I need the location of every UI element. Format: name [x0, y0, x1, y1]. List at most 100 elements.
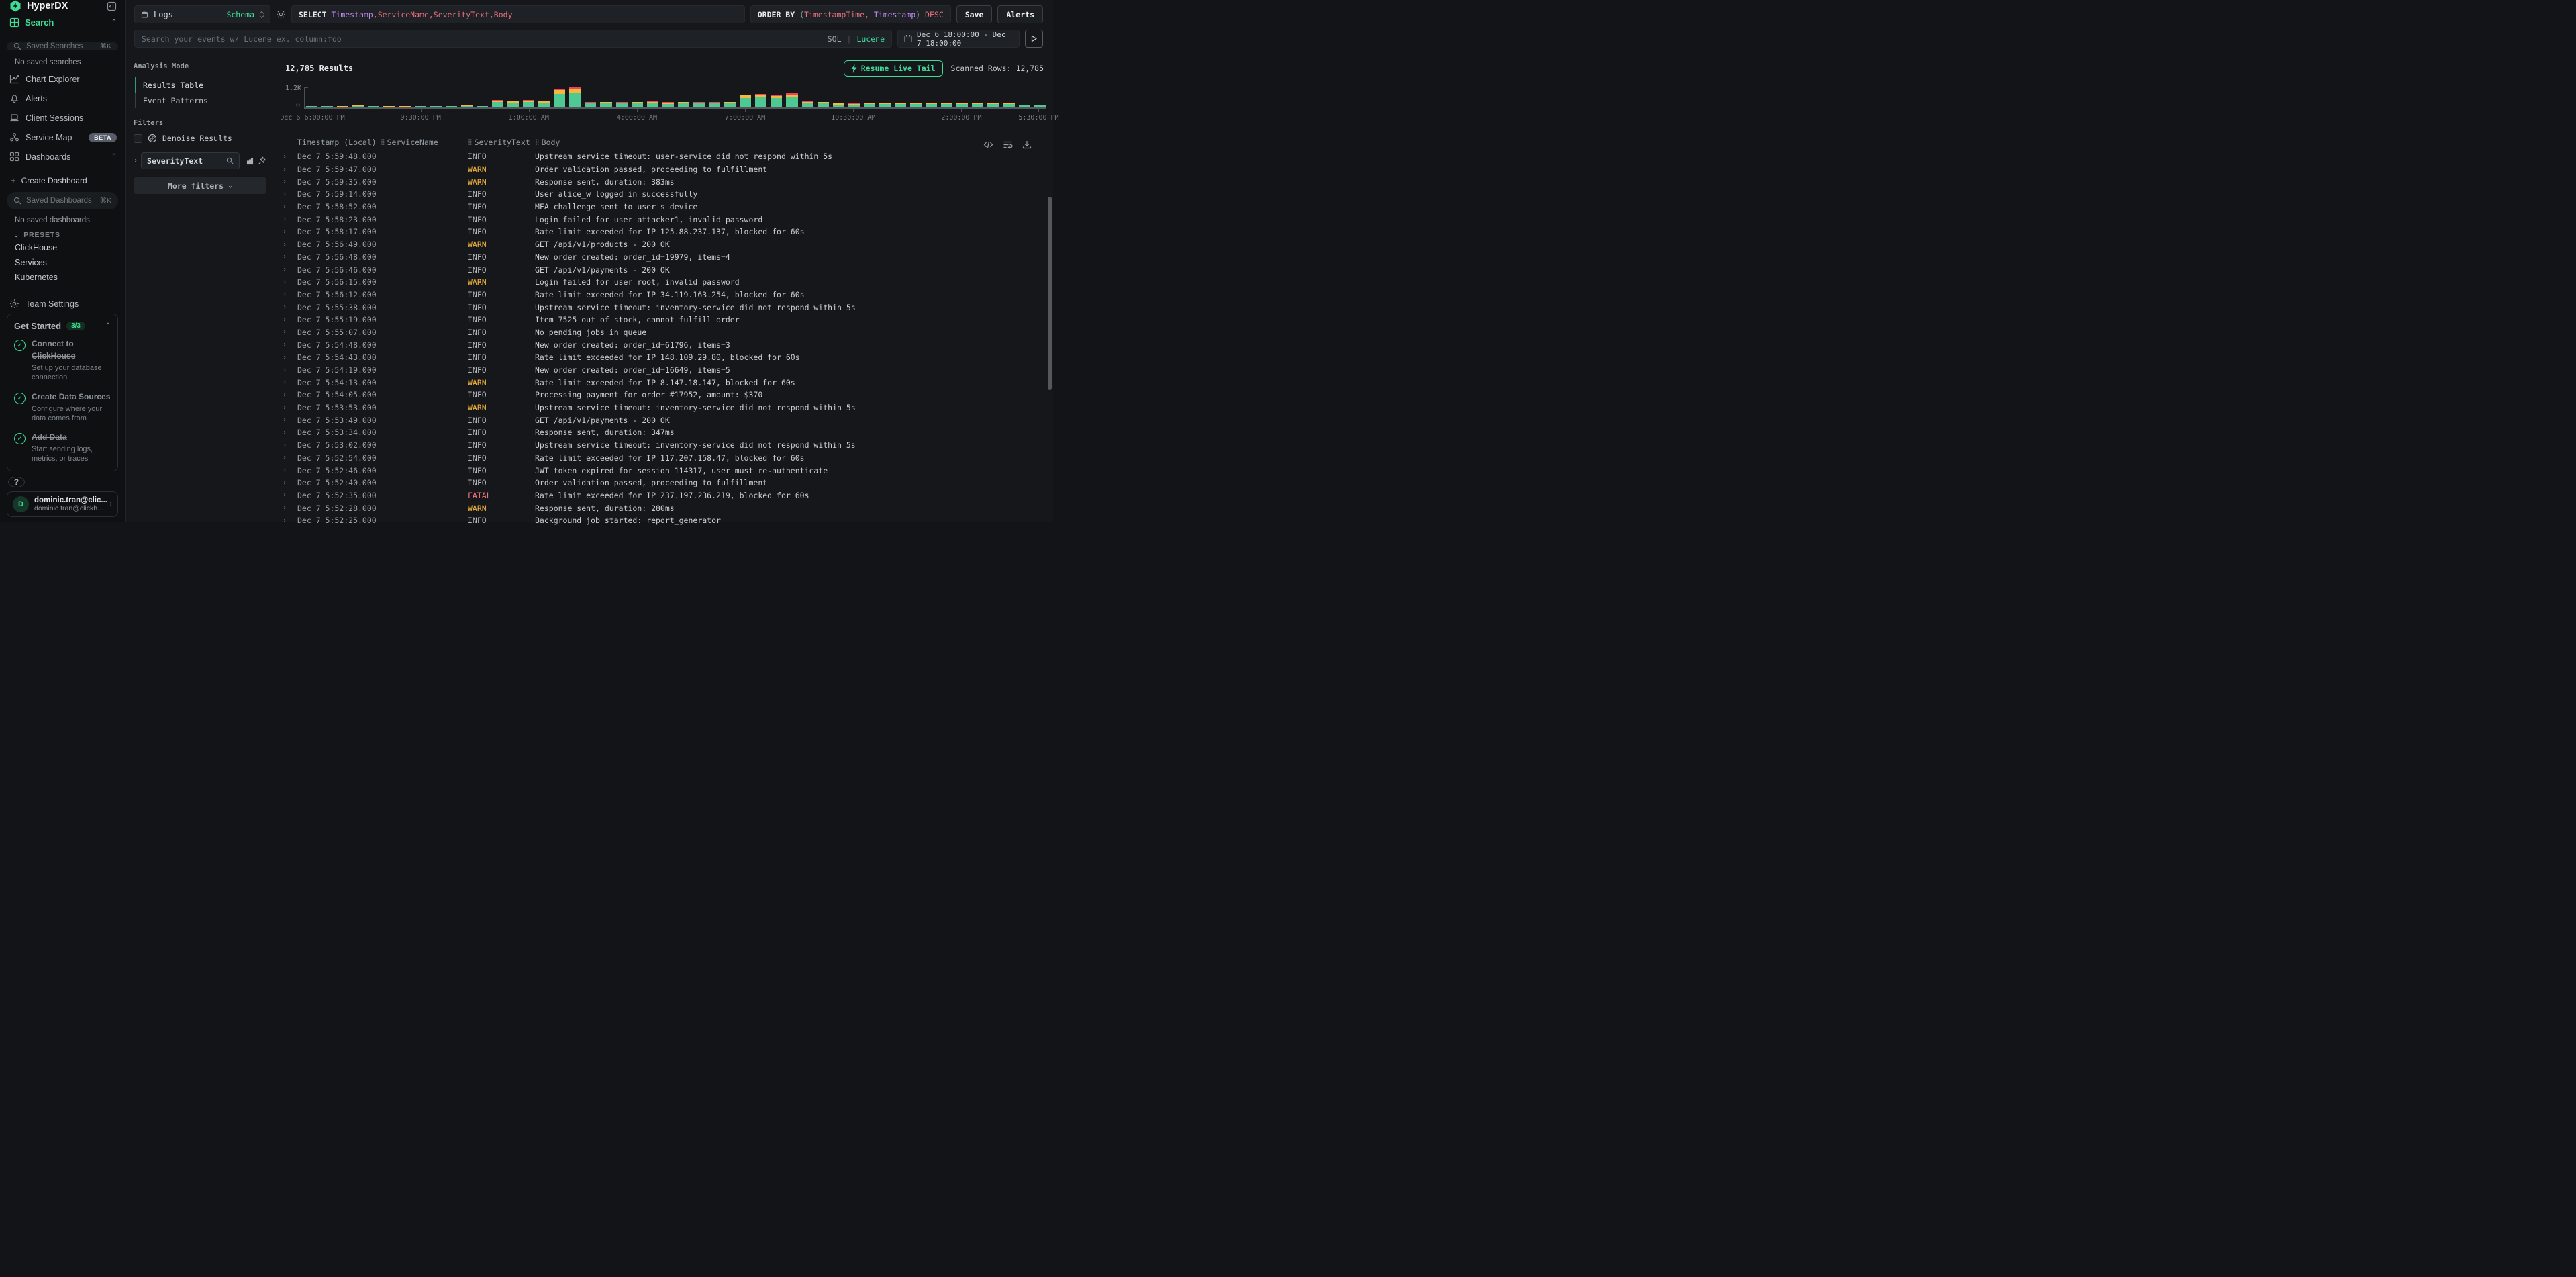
histogram-bar[interactable] — [523, 87, 534, 107]
row-expand-icon[interactable]: › — [279, 467, 291, 474]
row-expand-icon[interactable]: › — [279, 429, 291, 436]
mode-event-patterns[interactable]: Event Patterns — [135, 93, 266, 108]
denoise-results-toggle[interactable]: Denoise Results — [134, 134, 266, 143]
column-header-timestamp[interactable]: Timestamp (Local) — [297, 138, 381, 147]
row-expand-icon[interactable]: › — [279, 279, 291, 286]
histogram-bar[interactable] — [647, 87, 658, 107]
histogram-bar[interactable] — [337, 87, 348, 107]
histogram-bar[interactable] — [430, 87, 442, 107]
checkbox[interactable] — [134, 134, 142, 143]
chevron-up-icon[interactable]: ⌃ — [111, 19, 117, 26]
row-expand-icon[interactable]: › — [279, 491, 291, 499]
histogram-plot[interactable] — [304, 87, 1046, 107]
histogram-bar[interactable] — [864, 87, 875, 107]
histogram-bar[interactable] — [461, 87, 473, 107]
table-row[interactable]: ›|Dec 7 5:54:05.000 PMINFOProcessing pay… — [275, 389, 1053, 401]
histogram-bar[interactable] — [833, 87, 844, 107]
histogram-bar[interactable] — [368, 87, 379, 107]
row-expand-icon[interactable]: › — [279, 303, 291, 311]
row-expand-icon[interactable]: › — [279, 379, 291, 386]
histogram-bar[interactable] — [895, 87, 906, 107]
histogram-bar[interactable] — [1034, 87, 1046, 107]
sidebar-item-kubernetes[interactable]: Kubernetes — [0, 270, 125, 285]
row-expand-icon[interactable]: › — [279, 253, 291, 261]
alerts-button[interactable]: Alerts — [997, 5, 1043, 23]
row-expand-icon[interactable]: › — [279, 178, 291, 185]
histogram-bar[interactable] — [724, 87, 736, 107]
orderby-clause-input[interactable]: ORDER BY (TimestampTime, Timestamp) DESC — [750, 5, 951, 23]
get-started-item-connect[interactable]: ✓ Connect to ClickHouse Set up your data… — [14, 338, 111, 383]
histogram-bar[interactable] — [740, 87, 751, 107]
row-expand-icon[interactable]: › — [279, 391, 291, 399]
histogram-bar[interactable] — [306, 87, 317, 107]
column-header-servicename[interactable]: ⣿ServiceName — [381, 138, 468, 147]
table-row[interactable]: ›|Dec 7 5:59:14.000 PMINFOUser alice_w l… — [275, 188, 1053, 201]
table-row[interactable]: ›|Dec 7 5:54:43.000 PMINFORate limit exc… — [275, 351, 1053, 364]
histogram-bar[interactable] — [910, 87, 922, 107]
histogram-bar[interactable] — [987, 87, 999, 107]
table-row[interactable]: ›|Dec 7 5:54:13.000 PMWARNRate limit exc… — [275, 376, 1053, 389]
table-row[interactable]: ›|Dec 7 5:52:28.000 PMWARNResponse sent,… — [275, 502, 1053, 514]
histogram-bar[interactable] — [507, 87, 519, 107]
lucene-toggle[interactable]: Lucene — [856, 34, 885, 44]
row-expand-icon[interactable]: › — [279, 416, 291, 424]
saved-searches-input[interactable]: Saved Searches ⌘K — [7, 42, 118, 50]
table-row[interactable]: ›|Dec 7 5:55:07.000 PMINFONo pending job… — [275, 326, 1053, 339]
chevron-up-icon[interactable]: ⌃ — [105, 322, 111, 330]
row-expand-icon[interactable]: › — [279, 479, 291, 487]
drag-handle-icon[interactable]: ⣿ — [468, 139, 472, 146]
column-header-body[interactable]: ⣿Body — [535, 138, 1053, 147]
histogram-bar[interactable] — [662, 87, 674, 107]
date-range-picker[interactable]: Dec 6 18:00:00 - Dec 7 18:00:00 — [897, 30, 1020, 48]
drag-handle-icon[interactable]: ⣿ — [535, 139, 539, 146]
histogram-bar[interactable] — [383, 87, 395, 107]
table-row[interactable]: ›|Dec 7 5:56:48.000 PMINFONew order crea… — [275, 251, 1053, 264]
table-row[interactable]: ›|Dec 7 5:59:47.000 PMWARNOrder validati… — [275, 163, 1053, 176]
row-expand-icon[interactable]: › — [279, 228, 291, 236]
gear-icon[interactable] — [276, 9, 286, 19]
table-row[interactable]: ›|Dec 7 5:56:12.000 PMINFORate limit exc… — [275, 289, 1053, 301]
histogram-bar[interactable] — [786, 87, 797, 107]
row-expand-icon[interactable]: › — [279, 341, 291, 348]
table-row[interactable]: ›|Dec 7 5:52:54.000 PMINFORate limit exc… — [275, 452, 1053, 465]
histogram-bar[interactable] — [926, 87, 937, 107]
pin-icon[interactable] — [258, 156, 266, 165]
table-row[interactable]: ›|Dec 7 5:52:35.000 PMFATALRate limit ex… — [275, 489, 1053, 502]
histogram-bar[interactable] — [616, 87, 628, 107]
chevron-right-icon[interactable]: › — [134, 157, 138, 164]
run-query-button[interactable] — [1025, 30, 1043, 48]
table-row[interactable]: ›|Dec 7 5:58:52.000 PMINFOMFA challenge … — [275, 201, 1053, 214]
table-row[interactable]: ›|Dec 7 5:52:25.000 PMINFOBackground job… — [275, 514, 1053, 527]
histogram-bar[interactable] — [415, 87, 426, 107]
wrap-lines-icon[interactable] — [1003, 140, 1013, 149]
row-expand-icon[interactable]: › — [279, 504, 291, 512]
sidebar-item-client-sessions[interactable]: Client Sessions — [0, 108, 125, 128]
histogram-bar[interactable] — [802, 87, 813, 107]
sidebar-item-search[interactable]: Search ⌃ — [0, 12, 125, 34]
row-expand-icon[interactable]: › — [279, 241, 291, 248]
histogram-bar[interactable] — [554, 87, 565, 107]
table-row[interactable]: ›|Dec 7 5:58:23.000 PMINFOLogin failed f… — [275, 213, 1053, 226]
table-scrollbar[interactable] — [1048, 197, 1052, 390]
histogram-bar[interactable] — [941, 87, 952, 107]
table-row[interactable]: ›|Dec 7 5:53:49.000 PMINFOGET /api/v1/pa… — [275, 414, 1053, 426]
row-expand-icon[interactable]: › — [279, 291, 291, 298]
sidebar-item-alerts[interactable]: Alerts — [0, 89, 125, 108]
histogram-bar[interactable] — [321, 87, 333, 107]
get-started-item-add-data[interactable]: ✓ Add Data Start sending logs, metrics, … — [14, 431, 111, 464]
presets-toggle[interactable]: ⌄ PRESETS — [0, 227, 125, 240]
histogram-bar[interactable] — [1003, 87, 1015, 107]
histogram-bar[interactable] — [1019, 87, 1030, 107]
histogram-bar[interactable] — [848, 87, 860, 107]
histogram-bar[interactable] — [632, 87, 643, 107]
table-row[interactable]: ›|Dec 7 5:58:17.000 PMINFORate limit exc… — [275, 226, 1053, 238]
save-button[interactable]: Save — [956, 5, 993, 23]
row-expand-icon[interactable]: › — [279, 454, 291, 461]
table-row[interactable]: ›|Dec 7 5:53:53.000 PMWARNUpstream servi… — [275, 401, 1053, 414]
histogram-bar[interactable] — [352, 87, 364, 107]
histogram-bar[interactable] — [399, 87, 410, 107]
table-row[interactable]: ›|Dec 7 5:55:19.000 PMINFOItem 7525 out … — [275, 314, 1053, 326]
histogram-bar[interactable] — [879, 87, 891, 107]
table-row[interactable]: ›|Dec 7 5:53:34.000 PMINFOResponse sent,… — [275, 426, 1053, 439]
facet-severitytext[interactable]: SeverityText — [141, 152, 240, 169]
